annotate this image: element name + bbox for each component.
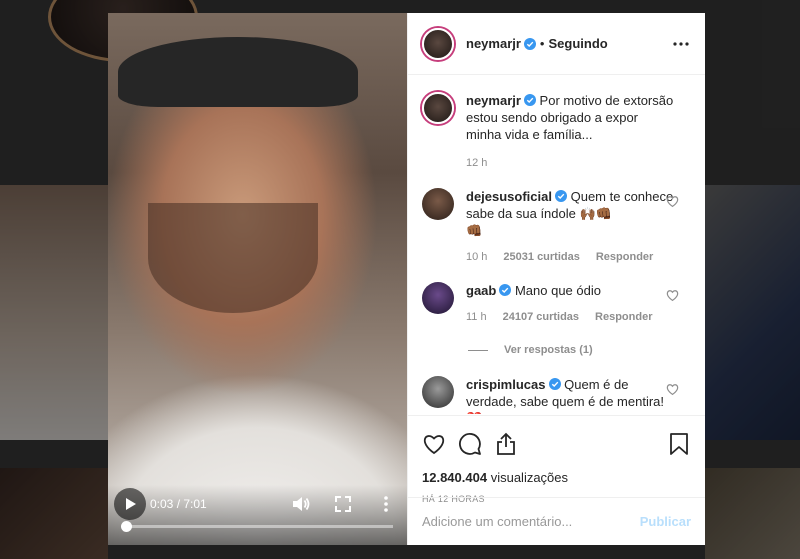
verified-icon <box>548 378 561 390</box>
view-replies-button[interactable]: Ver respostas (1) <box>468 344 691 356</box>
author-avatar[interactable] <box>422 27 454 60</box>
heart-icon <box>423 435 445 455</box>
comments-list[interactable]: neymarjr Por motivo de extorsão estou se… <box>408 76 705 414</box>
share-button[interactable] <box>494 432 518 456</box>
post-options-button[interactable] <box>671 34 691 54</box>
verified-icon <box>523 37 536 50</box>
video-subject-face <box>148 203 318 313</box>
play-button[interactable] <box>114 488 146 520</box>
caption-body: neymarjr Por motivo de extorsão estou se… <box>466 92 676 172</box>
post-header: neymarjr • Seguindo <box>408 13 705 75</box>
video-time: 0:03 / 7:01 <box>150 497 207 511</box>
comment-likes[interactable]: 25031 curtidas <box>503 249 579 266</box>
video-controls-bar <box>108 485 407 545</box>
video-progress-bar[interactable] <box>121 521 393 532</box>
like-button[interactable] <box>422 432 446 456</box>
view-replies-label: Ver respostas (1) <box>504 344 593 356</box>
author-username[interactable]: neymarjr <box>466 36 521 51</box>
comment-text-extra: 👊🏾 <box>466 223 483 238</box>
share-icon <box>497 432 515 455</box>
fullscreen-icon <box>335 496 351 512</box>
separator-dot: • <box>539 36 545 51</box>
comment-time[interactable]: 11 h <box>466 309 487 326</box>
verified-icon <box>523 94 536 106</box>
comment-username[interactable]: gaab <box>466 283 496 298</box>
comment-likes[interactable]: 24107 curtidas <box>503 309 579 326</box>
video-player[interactable]: 0:03 / 7:01 <box>108 13 407 545</box>
bookmark-icon <box>670 433 688 455</box>
comment-item: dejesusoficial Quem te conhece sabe da s… <box>422 188 691 266</box>
comment-icon <box>459 433 481 455</box>
volume-icon <box>293 497 310 511</box>
publish-button[interactable]: Publicar <box>640 514 691 529</box>
views-label: visualizações <box>490 470 569 485</box>
video-progress-handle[interactable] <box>121 521 133 532</box>
comment-meta: 11 h 24107 curtidas Responder <box>466 309 676 326</box>
comment-body: dejesusoficial Quem te conhece sabe da s… <box>466 188 676 266</box>
post-actions: 12.840.404 visualizações HÁ 12 HORAS <box>408 415 705 504</box>
comment-item: gaab Mano que ódio 11 h 24107 curtidas R… <box>422 282 691 326</box>
verified-icon <box>499 284 512 296</box>
comment-username[interactable]: crispimlucas <box>466 377 546 392</box>
following-button[interactable]: Seguindo <box>548 36 607 51</box>
caption-avatar[interactable] <box>422 92 454 124</box>
views-number: 12.840.404 <box>422 470 488 485</box>
post-modal: 0:03 / 7:01 neymarjr • Seguindo neymarjr… <box>108 13 705 545</box>
replies-divider <box>468 349 488 351</box>
volume-button[interactable] <box>291 494 311 514</box>
post-details-panel: neymarjr • Seguindo neymarjr Por motivo … <box>407 13 705 545</box>
reply-button[interactable]: Responder <box>596 249 653 266</box>
caption-meta: 12 h <box>466 155 676 172</box>
caption-time[interactable]: 12 h <box>466 155 487 172</box>
action-icons <box>422 424 691 464</box>
reply-button[interactable]: Responder <box>595 309 652 326</box>
heart-icon[interactable] <box>666 383 679 396</box>
comment-body: gaab Mano que ódio 11 h 24107 curtidas R… <box>466 282 676 326</box>
comment-username[interactable]: dejesusoficial <box>466 189 552 204</box>
fullscreen-button[interactable] <box>333 494 353 514</box>
play-icon <box>126 498 136 510</box>
caption-username[interactable]: neymarjr <box>466 93 521 108</box>
verified-icon <box>554 190 567 202</box>
add-comment-bar: Publicar <box>408 497 705 545</box>
video-options-button[interactable] <box>376 494 396 514</box>
comment-input[interactable] <box>422 514 640 529</box>
post-caption: neymarjr Por motivo de extorsão estou se… <box>422 92 691 172</box>
more-horizontal-icon <box>673 41 689 46</box>
comment-time[interactable]: 10 h <box>466 249 487 266</box>
more-vertical-icon <box>384 496 388 512</box>
comment-text: Mano que ódio <box>514 283 601 298</box>
views-count[interactable]: 12.840.404 visualizações <box>422 470 691 485</box>
comment-avatar[interactable] <box>422 282 454 314</box>
comment-meta: 10 h 25031 curtidas Responder <box>466 249 676 266</box>
comment-item: crispimlucas Quem é de verdade, sabe que… <box>422 376 691 414</box>
comment-text-extra: ❤️ <box>466 411 482 414</box>
comment-body: crispimlucas Quem é de verdade, sabe que… <box>466 376 676 414</box>
heart-icon[interactable] <box>666 289 679 302</box>
comment-button[interactable] <box>458 432 482 456</box>
comment-avatar[interactable] <box>422 188 454 220</box>
save-button[interactable] <box>667 432 691 456</box>
heart-icon[interactable] <box>666 195 679 208</box>
video-subject-cap <box>118 37 358 107</box>
comment-avatar[interactable] <box>422 376 454 408</box>
